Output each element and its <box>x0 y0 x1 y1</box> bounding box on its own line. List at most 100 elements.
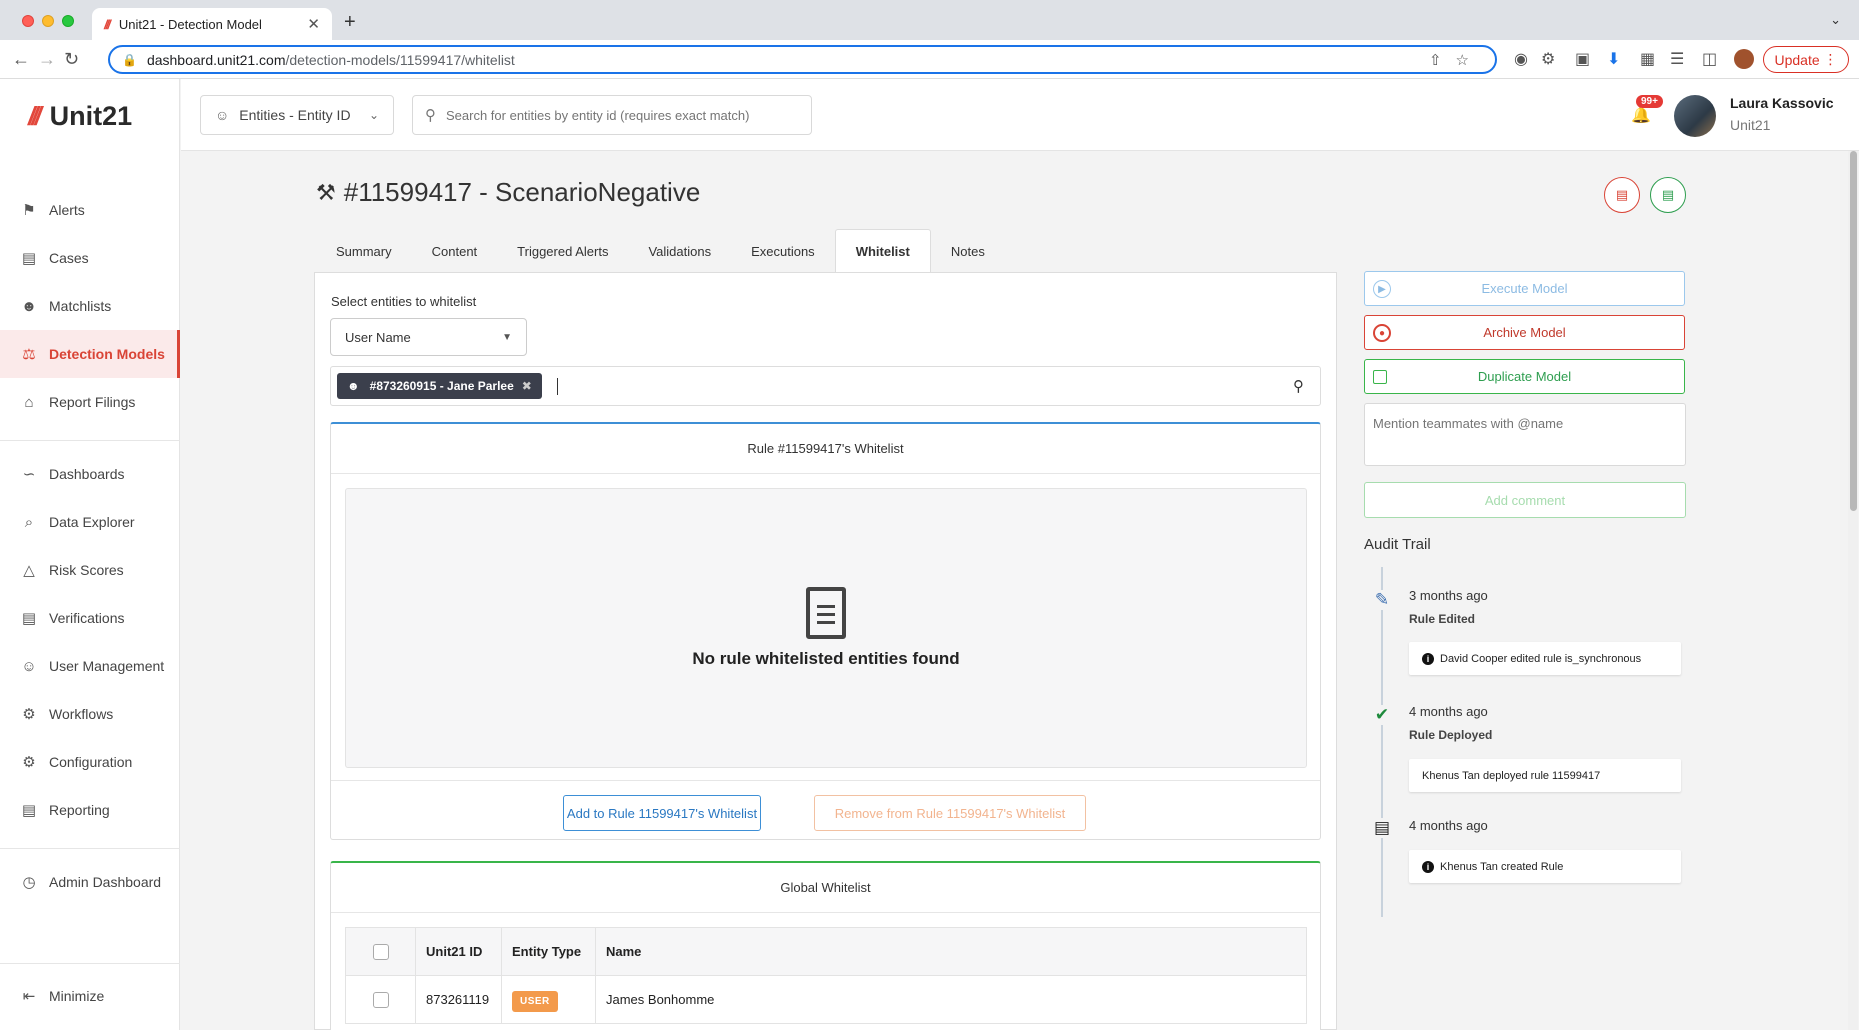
share-icon[interactable]: ⇧ <box>1429 52 1456 69</box>
table-row[interactable]: 873261119 USER James Bonhomme <box>345 975 1307 1024</box>
add-to-whitelist-button[interactable]: Add to Rule 11599417's Whitelist <box>563 795 761 831</box>
chart-line-icon: ∽ <box>22 466 36 483</box>
sidebar-item-user-management[interactable]: ☺ User Management <box>0 642 180 690</box>
user-type-badge: USER <box>512 991 558 1012</box>
browser-update-button[interactable]: Update ⋮ <box>1763 46 1849 73</box>
url-bar[interactable]: 🔒 dashboard.unit21.com/detection-models/… <box>108 45 1497 74</box>
remove-from-whitelist-button[interactable]: Remove from Rule 11599417's Whitelist <box>814 795 1086 831</box>
sidebar-item-report-filings[interactable]: ⌂ Report Filings <box>0 378 180 426</box>
global-whitelist-table: Unit21 ID Entity Type Name 873261119 USE… <box>345 927 1307 1024</box>
entity-search-input[interactable] <box>446 107 799 123</box>
browser-tab[interactable]: /// Unit21 - Detection Model ✕ <box>92 8 332 40</box>
execute-label: Execute Model <box>1481 281 1568 296</box>
tab-executions[interactable]: Executions <box>731 229 835 273</box>
user-icon: ☺ <box>215 107 230 123</box>
sidebar-item-verifications[interactable]: ▤ Verifications <box>0 594 180 642</box>
maximize-window-button[interactable] <box>62 15 74 27</box>
sidebar-item-admin-dashboard[interactable]: ◷ Admin Dashboard <box>0 858 180 906</box>
audit-event-detail: i Khenus Tan created Rule <box>1409 850 1681 883</box>
entity-tag-input[interactable]: ☻ #873260915 - Jane Parlee ✖ ⚲ <box>330 366 1321 406</box>
search-list-icon: ⌕ <box>24 513 34 531</box>
archive-label: Archive Model <box>1483 325 1566 340</box>
tab-validations[interactable]: Validations <box>628 229 731 273</box>
row-checkbox[interactable] <box>372 991 389 1008</box>
comment-input[interactable] <box>1364 403 1686 466</box>
reload-icon[interactable]: ↻ <box>64 49 79 70</box>
avatar[interactable] <box>1674 95 1716 137</box>
back-arrow-icon[interactable]: ← <box>12 49 30 70</box>
duplicate-model-button[interactable]: Duplicate Model <box>1364 359 1685 394</box>
sidebar-item-risk-scores[interactable]: △ Risk Scores <box>0 546 180 594</box>
sidebar-item-reporting[interactable]: ▤ Reporting <box>0 786 180 834</box>
browser-profile-avatar[interactable] <box>1734 49 1754 69</box>
minimize-label: Minimize <box>49 988 105 1004</box>
unit21-logo[interactable]: /// Unit21 <box>28 101 132 132</box>
url-domain: dashboard.unit21.com <box>146 51 286 68</box>
global-whitelist-card: Global Whitelist Unit21 ID Entity Type N… <box>330 861 1321 1030</box>
tab-triggered-alerts[interactable]: Triggered Alerts <box>497 229 628 273</box>
unit21-logo-mark-icon: /// <box>28 101 42 131</box>
sidebar-item-dashboards[interactable]: ∽ Dashboards <box>0 450 180 498</box>
sidebar-item-label: Reporting <box>49 802 110 818</box>
extension-icon[interactable]: ◉ <box>1514 49 1528 69</box>
sidebar-item-workflows[interactable]: ⚙ Workflows <box>0 690 180 738</box>
entity-select-value: Entities - Entity ID <box>239 107 351 123</box>
stop-icon: ● <box>1373 324 1391 342</box>
column-header[interactable]: Name <box>595 927 1307 976</box>
close-tab-icon[interactable]: ✕ <box>307 15 320 33</box>
download-icon[interactable]: ⬇ <box>1607 49 1620 69</box>
sidebar-item-matchlists[interactable]: ☻ Matchlists <box>0 282 180 330</box>
sidebar-item-alerts[interactable]: ⚑ Alerts <box>0 186 180 234</box>
tag-label: #873260915 - Jane Parlee <box>369 379 514 393</box>
tab-content[interactable]: Content <box>412 229 498 273</box>
select-all-checkbox[interactable] <box>372 943 389 960</box>
sidebar-divider <box>0 963 180 964</box>
export-excel-button[interactable]: ▤ <box>1650 177 1686 213</box>
side-panel-icon[interactable]: ◫ <box>1702 49 1717 69</box>
whitelist-type-select[interactable]: User Name ▼ <box>330 318 527 356</box>
tab-notes[interactable]: Notes <box>931 229 1005 273</box>
tab-search-chevron-icon[interactable]: ⌄ <box>1830 12 1841 28</box>
update-label: Update <box>1774 51 1820 68</box>
bookmark-star-icon[interactable]: ☆ <box>1456 52 1483 69</box>
sidebar-item-label: Dashboards <box>49 466 125 482</box>
add-comment-button[interactable]: Add comment <box>1364 482 1686 518</box>
extension-gear-icon[interactable]: ⚙ <box>1541 49 1555 69</box>
warning-icon: △ <box>23 562 35 579</box>
sidebar-item-cases[interactable]: ▤ Cases <box>0 234 180 282</box>
sidebar-item-label: User Management <box>49 658 165 674</box>
extension-s-icon[interactable]: ▣ <box>1575 49 1590 69</box>
type-select-value: User Name <box>345 329 411 345</box>
sidebar-item-detection-models[interactable]: ⚖ Detection Models <box>0 330 180 378</box>
tab-whitelist[interactable]: Whitelist <box>834 229 931 273</box>
sidebar: /// Unit21 ⚑ Alerts ▤ Cases ☻ Matchlists ⚖ D… <box>0 79 180 1030</box>
sidebar-minimize[interactable]: ⇤ Minimize <box>0 972 180 1020</box>
column-header[interactable]: Unit21 ID <box>415 927 502 976</box>
new-tab-icon[interactable]: + <box>344 11 356 34</box>
column-header[interactable]: Entity Type <box>501 927 596 976</box>
tab-summary[interactable]: Summary <box>316 229 412 273</box>
empty-message: No rule whitelisted entities found <box>692 649 960 668</box>
forward-arrow-icon[interactable]: → <box>38 49 56 70</box>
page-scrollbar[interactable] <box>1848 151 1858 1030</box>
sidebar-item-data-explorer[interactable]: ⌕ Data Explorer <box>0 498 180 546</box>
archive-model-button[interactable]: ● Archive Model <box>1364 315 1685 350</box>
entity-type-select[interactable]: ☺ Entities - Entity ID ⌄ <box>200 95 394 135</box>
export-pdf-button[interactable]: ▤ <box>1604 177 1640 213</box>
close-window-button[interactable] <box>22 15 34 27</box>
search-icon[interactable]: ⚲ <box>1293 377 1304 395</box>
puzzle-extensions-icon[interactable]: ▦ <box>1640 49 1655 69</box>
scrollbar-thumb[interactable] <box>1850 151 1857 511</box>
execute-model-button[interactable]: ▶ Execute Model <box>1364 271 1685 306</box>
entity-type-cell: USER <box>501 975 596 1024</box>
audit-trail-title: Audit Trail <box>1364 536 1431 553</box>
notification-bell-icon[interactable]: 🔔 <box>1631 105 1651 125</box>
media-playlist-icon[interactable]: ☰ <box>1670 49 1684 69</box>
sidebar-item-configuration[interactable]: ⚙ Configuration <box>0 738 180 786</box>
remove-tag-icon[interactable]: ✖ <box>522 379 532 393</box>
user-name[interactable]: Laura Kassovic <box>1730 95 1834 111</box>
minimize-window-button[interactable] <box>42 15 54 27</box>
select-all-cell <box>345 927 416 976</box>
audit-event-time: 3 months ago <box>1409 588 1488 603</box>
sidebar-item-label: Detection Models <box>49 346 165 362</box>
